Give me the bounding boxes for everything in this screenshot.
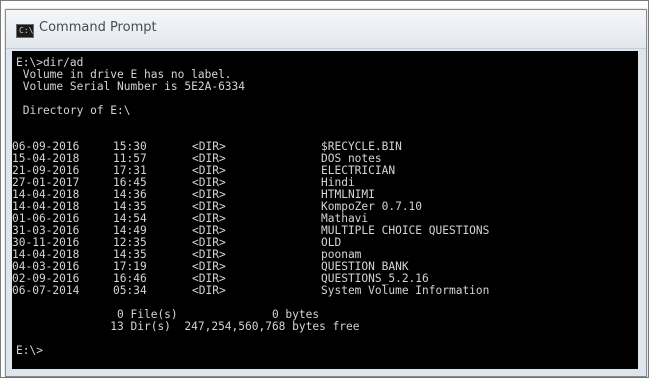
entry-name: System Volume Information	[321, 284, 490, 297]
icon-glyph: C:\	[19, 26, 34, 35]
entry-date: 06-07-2014	[12, 284, 80, 297]
vertical-scrollbar[interactable]	[640, 51, 646, 369]
window-title: Command Prompt	[39, 20, 157, 35]
title-bar[interactable]: C:\ Command Prompt	[6, 10, 646, 49]
entry-time: 05:34	[113, 284, 147, 297]
command-prompt-window[interactable]: C:\ Command Prompt E:\>dir/ad Volume in …	[5, 9, 647, 377]
command-prompt-icon: C:\	[16, 24, 34, 38]
dirs-summary: 13 Dir(s) 247,254,560,768 bytes free	[16, 320, 360, 333]
volume-serial-line: Volume Serial Number is 5E2A-6334	[16, 80, 246, 93]
entry-type: <DIR>	[192, 284, 226, 297]
entry-name: MULTIPLE CHOICE QUESTIONS	[321, 224, 490, 237]
directory-heading: Directory of E:\	[16, 104, 131, 117]
prompt-line[interactable]: E:\>	[16, 345, 43, 357]
screenshot-frame: C:\ Command Prompt E:\>dir/ad Volume in …	[0, 0, 649, 378]
console-output[interactable]: E:\>dir/ad Volume in drive E has no labe…	[12, 51, 638, 369]
directory-entry-row: 06-07-2014 05:34 <DIR> System Volume Inform…	[12, 285, 638, 297]
